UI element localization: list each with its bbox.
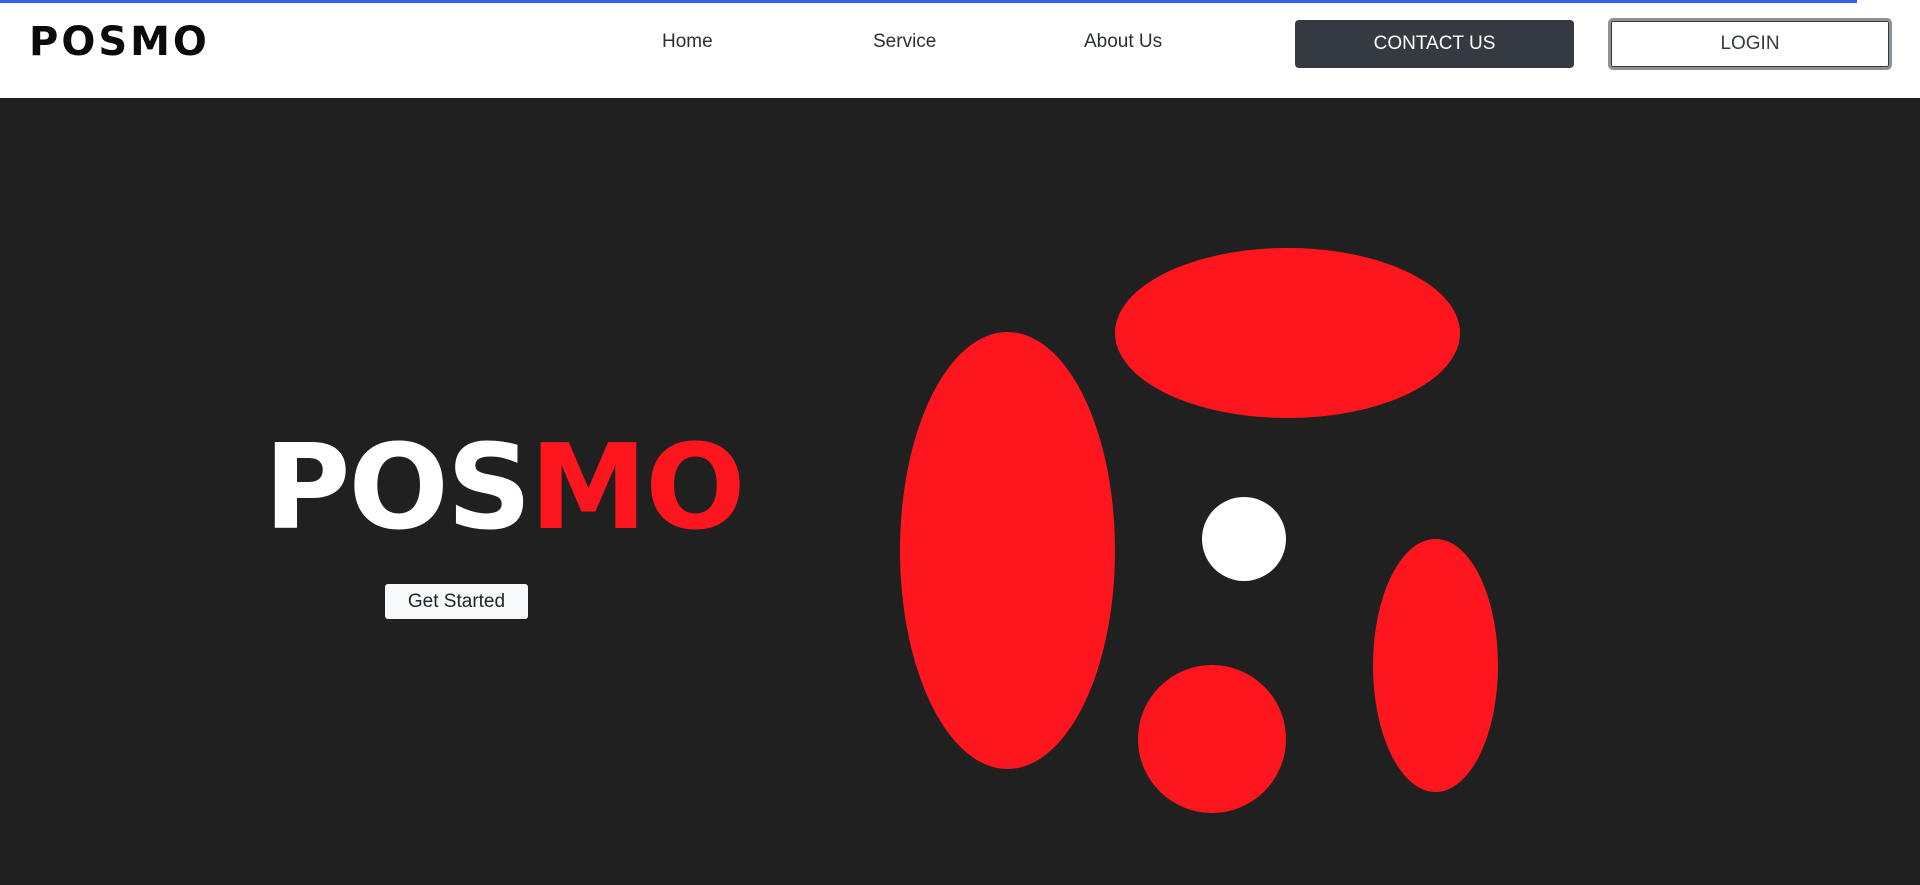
- nav-link-about-us[interactable]: About Us: [1084, 32, 1162, 51]
- hero-title: POSMO: [264, 428, 746, 546]
- decorative-red-right-ellipse: [1373, 539, 1498, 792]
- decorative-red-circle: [1138, 665, 1286, 813]
- brand-logo[interactable]: POSMO: [29, 22, 210, 62]
- top-navbar: POSMO Home Service About Us CONTACT US L…: [0, 0, 1920, 98]
- hero-title-red-part: MO: [529, 418, 746, 556]
- hero-title-white-part: POS: [264, 418, 532, 556]
- hero-section: POSMO Get Started: [0, 98, 1920, 885]
- contact-us-button[interactable]: CONTACT US: [1295, 20, 1574, 68]
- nav-link-home[interactable]: Home: [662, 32, 713, 51]
- nav-link-service[interactable]: Service: [873, 32, 936, 51]
- login-button[interactable]: LOGIN: [1608, 18, 1892, 70]
- top-progress-line: [0, 0, 1857, 3]
- decorative-red-wide-ellipse: [1115, 248, 1460, 418]
- decorative-red-tall-ellipse: [900, 332, 1115, 769]
- get-started-button[interactable]: Get Started: [385, 584, 528, 619]
- decorative-white-circle: [1202, 497, 1286, 581]
